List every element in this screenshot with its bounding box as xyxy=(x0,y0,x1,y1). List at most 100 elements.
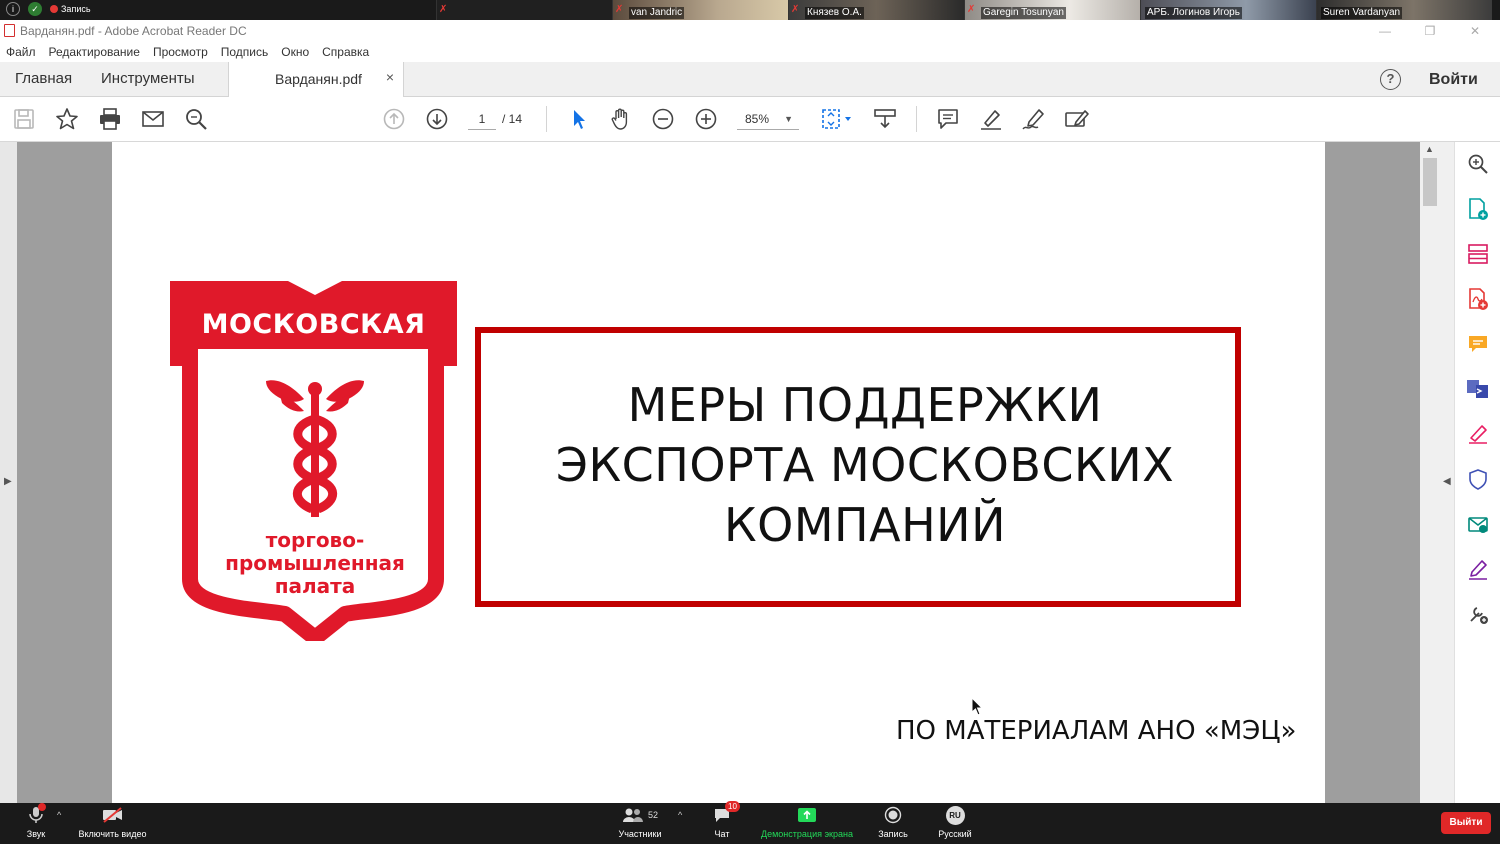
muted-mic-icon: ✗ xyxy=(615,4,624,15)
language-label: Русский xyxy=(938,829,972,839)
video-label: Включить видео xyxy=(78,829,147,839)
participant-thumbnail[interactable]: ✗ xyxy=(436,0,612,20)
menu-edit[interactable]: Редактирование xyxy=(49,45,140,59)
zoom-level-select[interactable]: 85% ▼ xyxy=(737,108,799,130)
save-icon[interactable] xyxy=(10,105,38,133)
search-icon[interactable] xyxy=(182,105,210,133)
next-page-icon[interactable] xyxy=(423,105,451,133)
send-review-icon[interactable] xyxy=(1465,511,1491,537)
email-icon[interactable] xyxy=(139,105,167,133)
participant-thumbnail[interactable]: Suren Vardanyan xyxy=(1316,0,1492,20)
scroll-mode-icon[interactable] xyxy=(871,105,899,133)
vertical-scrollbar[interactable]: ▲ xyxy=(1420,142,1440,803)
fit-page-icon[interactable] xyxy=(818,105,856,133)
create-pdf-icon[interactable] xyxy=(1465,286,1491,312)
leave-meeting-button[interactable]: Выйти xyxy=(1441,812,1491,834)
zoom-control-bar xyxy=(0,803,1500,844)
participant-thumbnail[interactable]: ✗ Князев О.А. xyxy=(788,0,964,20)
export-pdf-icon[interactable] xyxy=(1465,196,1491,222)
fill-sign-tool-icon[interactable] xyxy=(1465,421,1491,447)
chamber-logo: МОСКОВСКАЯ торгово- промышленная палата xyxy=(170,279,460,646)
participant-name: van Jandric xyxy=(629,7,685,19)
participants-options-chevron-icon[interactable]: ^ xyxy=(678,810,682,820)
comment-tool-icon[interactable] xyxy=(1465,331,1491,357)
recording-indicator[interactable]: Запись xyxy=(50,4,91,14)
expand-left-icon[interactable]: ▶ xyxy=(4,476,12,487)
participant-thumbnail[interactable]: ✗ Garegin Tosunyan xyxy=(964,0,1140,20)
request-signature-icon[interactable] xyxy=(1465,556,1491,582)
participant-thumbnail[interactable]: АРБ. Логинов Игорь xyxy=(1140,0,1316,20)
logo-line: торгово- xyxy=(265,528,365,552)
select-cursor-icon[interactable] xyxy=(564,105,592,133)
scrollbar-thumb[interactable] xyxy=(1423,158,1437,206)
audio-button[interactable]: Звук xyxy=(18,803,54,839)
protect-shield-icon[interactable] xyxy=(1465,466,1491,492)
headline-line: ЭКСПОРТА МОСКОВСКИХ xyxy=(555,438,1175,492)
language-button[interactable]: RU Русский xyxy=(934,805,976,839)
tab-bar xyxy=(0,62,1500,97)
signin-button[interactable]: Войти xyxy=(1429,71,1478,89)
tab-home[interactable]: Главная xyxy=(15,62,72,97)
fill-sign-icon[interactable] xyxy=(1063,105,1091,133)
left-panel-toggle-strip[interactable]: ▶ xyxy=(0,142,17,803)
collapse-right-icon[interactable]: ◀ xyxy=(1443,476,1451,487)
menu-view[interactable]: Просмотр xyxy=(153,45,208,59)
print-icon[interactable] xyxy=(96,105,124,133)
zoom-in-icon[interactable] xyxy=(692,105,720,133)
tab-document[interactable]: Варданян.pdf × xyxy=(228,62,404,98)
restore-icon[interactable]: ❐ xyxy=(1415,22,1445,40)
toolbar-divider xyxy=(546,106,547,132)
security-shield-icon[interactable]: ✓ xyxy=(28,2,42,16)
microphone-icon xyxy=(18,803,54,825)
menu-file[interactable]: Файл xyxy=(6,45,36,59)
share-screen-icon xyxy=(757,805,857,825)
menu-window[interactable]: Окно xyxy=(281,45,309,59)
more-tools-icon[interactable] xyxy=(1465,601,1491,627)
combine-files-icon[interactable] xyxy=(1465,376,1491,402)
participants-icon: 52 xyxy=(612,805,668,825)
zoom-top-bar: i ✓ Запись ✗ ✗ van Jandric ✗ Князев О.А.… xyxy=(0,0,1500,20)
menu-sign[interactable]: Подпись xyxy=(221,45,269,59)
toolbar-divider xyxy=(916,106,917,132)
scroll-up-icon[interactable]: ▲ xyxy=(1425,144,1434,154)
share-screen-button[interactable]: Демонстрация экрана xyxy=(757,805,857,839)
highlight-pen-icon[interactable] xyxy=(977,105,1005,133)
page-total: / 14 xyxy=(502,112,523,126)
video-off-icon xyxy=(75,805,150,825)
chat-button[interactable]: 10 Чат xyxy=(702,801,742,839)
participant-name: Suren Vardanyan xyxy=(1321,7,1403,19)
zoom-status-area: i ✓ Запись xyxy=(6,2,91,16)
muted-mic-icon: ✗ xyxy=(439,4,448,15)
participant-name: Garegin Tosunyan xyxy=(981,7,1066,19)
minimize-icon[interactable]: — xyxy=(1370,22,1400,40)
tab-tools[interactable]: Инструменты xyxy=(101,62,195,97)
close-tab-icon[interactable]: × xyxy=(386,69,394,85)
help-icon[interactable]: ? xyxy=(1380,69,1401,90)
pdf-file-icon xyxy=(4,24,15,37)
start-video-button[interactable]: Включить видео xyxy=(75,805,150,839)
logo-line: промышленная xyxy=(225,551,405,575)
info-icon[interactable]: i xyxy=(6,2,20,16)
language-code: RU xyxy=(945,805,965,825)
menu-help[interactable]: Справка xyxy=(322,45,369,59)
page-number-input[interactable]: 1 xyxy=(468,108,496,130)
zoom-level-value: 85% xyxy=(745,112,770,126)
chat-icon: 10 xyxy=(702,801,742,825)
close-window-icon[interactable]: ✕ xyxy=(1460,22,1490,40)
participants-button[interactable]: 52 Участники xyxy=(612,805,668,839)
hand-tool-icon[interactable] xyxy=(607,105,635,133)
chevron-down-icon: ▼ xyxy=(784,114,793,124)
zoom-search-icon[interactable] xyxy=(1465,151,1491,177)
document-tab-label: Варданян.pdf xyxy=(275,71,362,87)
previous-page-icon[interactable] xyxy=(380,105,408,133)
organize-pages-icon[interactable] xyxy=(1465,241,1491,267)
right-panel-toggle-strip[interactable]: ◀ xyxy=(1440,142,1454,803)
record-button[interactable]: Запись xyxy=(874,805,912,839)
sign-icon[interactable] xyxy=(1020,105,1048,133)
audio-options-chevron-icon[interactable]: ^ xyxy=(57,810,61,820)
record-label: Запись xyxy=(878,829,908,839)
bookmark-star-icon[interactable] xyxy=(53,105,81,133)
zoom-out-icon[interactable] xyxy=(649,105,677,133)
comment-icon[interactable] xyxy=(934,105,962,133)
participant-thumbnail[interactable]: ✗ van Jandric xyxy=(612,0,788,20)
